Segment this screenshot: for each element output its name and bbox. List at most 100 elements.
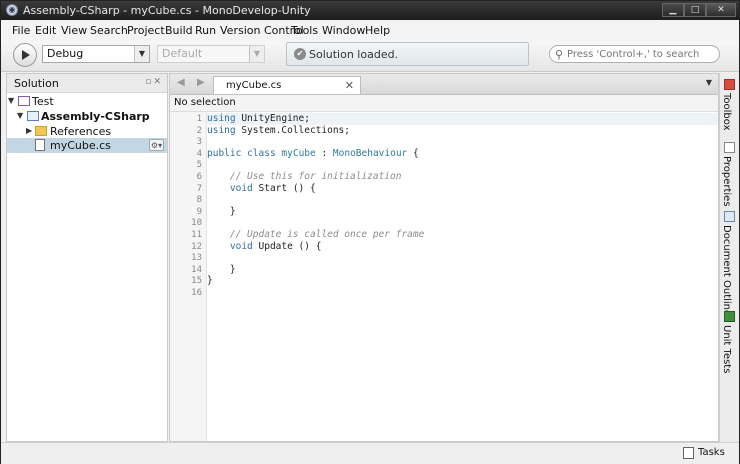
maximize-button[interactable]: □: [684, 3, 706, 17]
expand-triangle-icon[interactable]: ▼: [17, 111, 23, 120]
line-number: 7: [196, 183, 202, 194]
chevron-down-icon: ▼: [134, 46, 149, 62]
menu-tools[interactable]: Tools: [291, 24, 318, 37]
toolbox-icon: [724, 79, 735, 90]
line-number: 13: [191, 253, 202, 264]
unit-tests-icon: [724, 311, 735, 322]
window-title: Assembly-CSharp - myCube.cs - MonoDevelo…: [23, 4, 311, 17]
dock-label: Toolbox: [721, 93, 732, 131]
dock-unit-tests[interactable]: Unit Tests: [720, 311, 740, 381]
run-button[interactable]: [13, 43, 37, 67]
file-icon: [35, 139, 45, 151]
status-bar: Tasks: [1, 442, 739, 464]
dock-toolbox[interactable]: Toolbox: [720, 79, 740, 139]
menu-project[interactable]: Project: [127, 24, 165, 37]
code-line[interactable]: }: [207, 264, 236, 276]
code-line[interactable]: // Update is called once per frame: [207, 229, 424, 241]
code-line[interactable]: }: [207, 206, 236, 218]
line-number: 9: [196, 206, 202, 217]
check-icon: ✔: [294, 48, 306, 60]
right-dock: Toolbox Properties Document Outline Unit…: [719, 73, 739, 442]
tree-item-label: myCube.cs: [50, 139, 111, 152]
status-area: ✔ Solution loaded.: [286, 42, 529, 66]
tab-strip: ◀ ▶ myCube.cs ✕ ▼: [170, 74, 718, 95]
expand-triangle-icon[interactable]: ▼: [8, 96, 14, 105]
code-line[interactable]: using UnityEngine;: [207, 113, 718, 125]
project-icon: [27, 111, 39, 121]
status-text: Solution loaded.: [309, 48, 399, 61]
forward-arrow-icon[interactable]: ▶: [197, 77, 205, 88]
minimize-button[interactable]: ▁: [662, 3, 684, 17]
gear-icon[interactable]: ⚙▾: [149, 139, 164, 151]
folder-icon: [35, 126, 47, 136]
code-line[interactable]: public class myCube : MonoBehaviour {: [207, 148, 419, 160]
tree-item-references[interactable]: ▶ References: [7, 124, 167, 139]
solution-panel-header: Solution ▫✕: [7, 74, 167, 93]
menu-edit[interactable]: Edit: [35, 24, 56, 37]
menu-build[interactable]: Build: [165, 24, 193, 37]
tree-item-test[interactable]: ▼ Test: [7, 94, 167, 109]
search-icon: ⚲: [555, 48, 564, 61]
line-number: 10: [191, 218, 202, 229]
tab-mycube-cs[interactable]: myCube.cs ✕: [213, 76, 361, 94]
menu-help[interactable]: Help: [365, 24, 390, 37]
title-bar: ◉ Assembly-CSharp - myCube.cs - MonoDeve…: [1, 1, 739, 20]
dock-label: Properties: [721, 156, 732, 207]
line-number: 1: [196, 114, 202, 124]
tree-item-assembly-csharp[interactable]: ▼ Assembly-CSharp: [7, 109, 167, 124]
line-number: 14: [191, 264, 202, 275]
line-number: 11: [191, 230, 202, 240]
properties-icon: [724, 142, 735, 153]
line-number: 16: [191, 288, 202, 298]
toolbar: Debug ▼ Default ▼ ✔ Solution loaded. ⚲: [1, 41, 739, 72]
tasks-label: Tasks: [698, 447, 725, 458]
menu-run[interactable]: Run: [195, 24, 216, 37]
dock-document-outline[interactable]: Document Outline: [720, 211, 740, 316]
line-number: 2: [196, 125, 202, 136]
dock-label: Document Outline: [721, 225, 732, 317]
search-input[interactable]: [567, 47, 715, 61]
code-line[interactable]: using System.Collections;: [207, 125, 350, 137]
solution-panel-title: Solution: [14, 77, 59, 90]
line-number: 15: [191, 276, 202, 287]
menu-bar: File Edit View Search Project Build Run …: [1, 21, 739, 41]
dock-properties[interactable]: Properties: [720, 142, 740, 214]
line-number: 8: [196, 195, 202, 206]
line-number: 3: [196, 137, 202, 148]
monodevelop-app-icon: ◉: [6, 4, 18, 16]
main-window: ◉ Assembly-CSharp - myCube.cs - MonoDeve…: [0, 0, 740, 464]
close-button[interactable]: ✕: [706, 3, 736, 17]
tree-item-mycube-cs[interactable]: myCube.cs ⚙▾: [7, 138, 167, 153]
code-line[interactable]: void Update () {: [207, 241, 322, 253]
platform-select[interactable]: Default ▼: [157, 45, 265, 63]
tree-item-label: Test: [32, 95, 54, 108]
menu-file[interactable]: File: [12, 24, 30, 37]
configuration-select[interactable]: Debug ▼: [42, 45, 150, 63]
dock-label: Unit Tests: [721, 325, 732, 374]
breadcrumb-text: No selection: [174, 97, 236, 108]
close-tab-icon[interactable]: ✕: [345, 79, 354, 92]
chevron-down-icon: ▼: [249, 46, 264, 62]
code-line[interactable]: }: [207, 275, 213, 287]
code-line[interactable]: // Use this for initialization: [207, 171, 402, 183]
menu-search[interactable]: Search: [90, 24, 128, 37]
line-number: 5: [196, 160, 202, 171]
editor-panel: ◀ ▶ myCube.cs ✕ ▼ No selection 123456789…: [169, 73, 719, 442]
panel-controls[interactable]: ▫✕: [145, 77, 163, 87]
line-number: 12: [191, 241, 202, 252]
breadcrumb[interactable]: No selection: [170, 95, 718, 112]
tab-list-dropdown-icon[interactable]: ▼: [706, 78, 712, 87]
configuration-value: Debug: [47, 47, 84, 60]
menu-window[interactable]: Window: [322, 24, 365, 37]
tab-label: myCube.cs: [226, 80, 282, 91]
platform-value: Default: [162, 47, 203, 60]
menu-view[interactable]: View: [61, 24, 87, 37]
back-arrow-icon[interactable]: ◀: [177, 77, 185, 88]
line-number-gutter: 1 2 3 4 5 6 7 8 9 10 11 12 13 14 15 16: [170, 112, 207, 441]
search-box[interactable]: ⚲: [549, 45, 720, 63]
solution-icon: [18, 96, 30, 106]
tree-item-label: References: [50, 125, 112, 138]
code-line[interactable]: void Start () {: [207, 183, 316, 195]
tasks-icon: [683, 447, 694, 459]
collapse-triangle-icon[interactable]: ▶: [26, 126, 32, 135]
